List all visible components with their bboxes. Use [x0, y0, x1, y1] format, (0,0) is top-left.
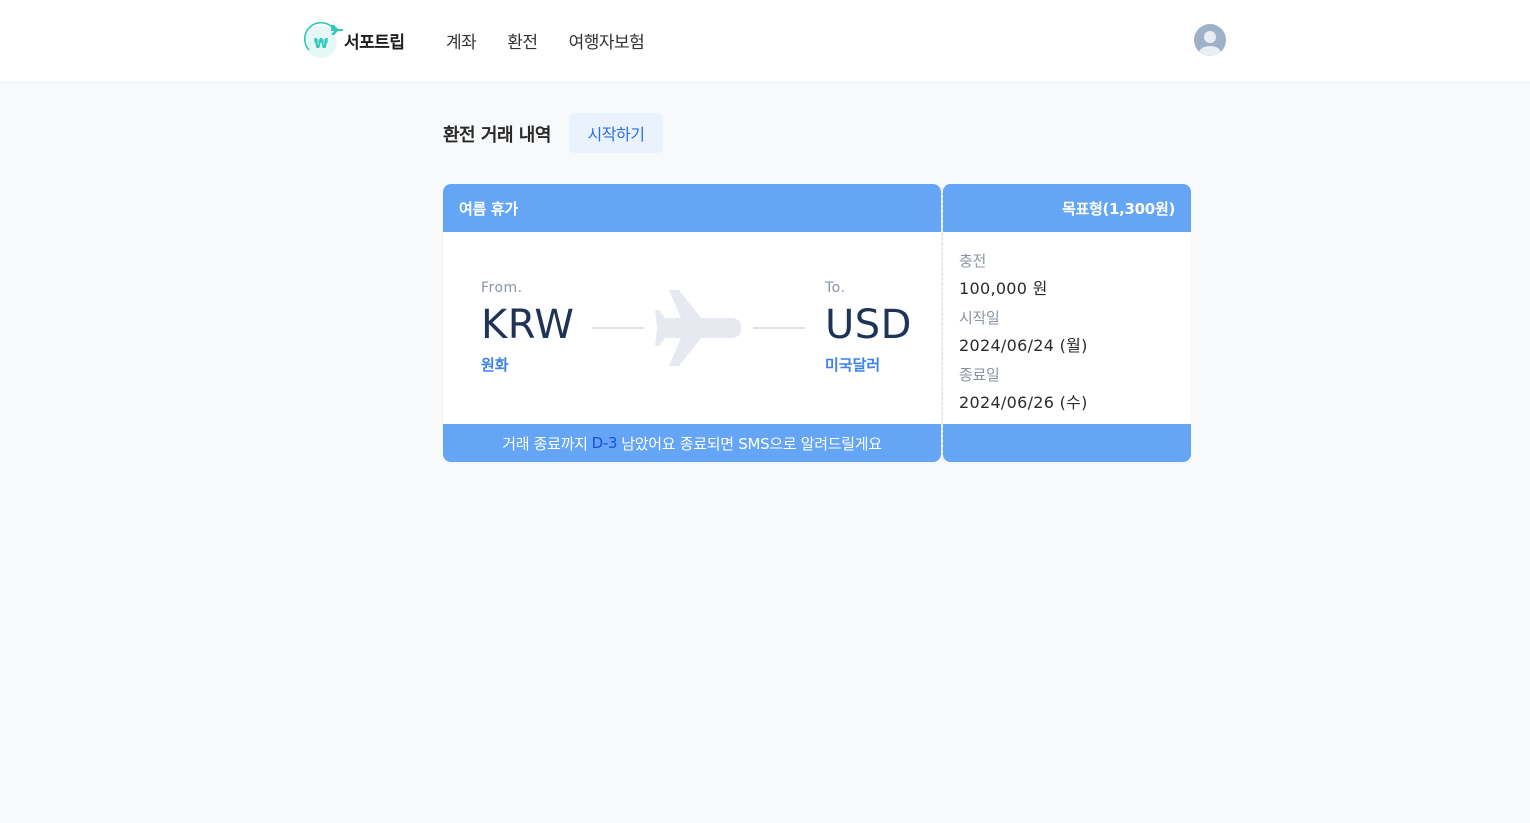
card-title: 여름 휴가: [443, 184, 941, 232]
svg-text:₩: ₩: [314, 37, 329, 52]
from-label: From.: [481, 280, 523, 296]
start-button[interactable]: 시작하기: [569, 113, 663, 153]
footer-text-after: 남았어요 종료되면 SMS으로 알려드릴게요: [621, 434, 882, 453]
charge-label: 충전: [959, 252, 987, 270]
to-currency-name: 미국달러: [825, 356, 881, 374]
route-line-right: [753, 327, 805, 329]
footer-text-before: 거래 종료까지: [502, 434, 588, 453]
charge-value: 100,000 원: [959, 279, 1048, 298]
main-nav: 계좌 환전 여행자보험: [446, 28, 675, 53]
from-currency-name: 원화: [481, 356, 509, 374]
card-footer-notice: 거래 종료까지 D-3 남았어요 종료되면 SMS으로 알려드릴게요: [443, 424, 941, 462]
card-footer-right: [943, 424, 1191, 462]
user-avatar[interactable]: [1194, 24, 1226, 56]
from-currency: From. KRW 원화: [481, 280, 574, 375]
nav-item-exchange[interactable]: 환전: [507, 28, 538, 53]
to-currency: To. USD 미국달러: [825, 280, 912, 375]
dday-badge: D-3: [591, 434, 618, 452]
card-type: 목표형(1,300원): [943, 184, 1191, 232]
route-line-left: [592, 327, 644, 329]
start-date-label: 시작일: [959, 309, 1000, 327]
exchange-card-details: 목표형(1,300원) 충전 100,000 원 시작일 2024/06/24 …: [942, 184, 1191, 462]
to-currency-code: USD: [825, 302, 912, 348]
exchange-card[interactable]: 여름 휴가 From. KRW 원화 To. USD 미국달러 거래 종료까지 …: [443, 184, 941, 462]
logo[interactable]: ₩ 서포트립: [303, 20, 405, 60]
page-title: 환전 거래 내역: [443, 125, 551, 146]
nav-item-account[interactable]: 계좌: [446, 28, 477, 53]
start-date-value: 2024/06/24 (월): [959, 336, 1088, 355]
end-date-value: 2024/06/26 (수): [959, 393, 1088, 412]
logo-won-plane-icon: ₩: [303, 20, 343, 60]
top-navigation-bar: ₩ 서포트립 계좌 환전 여행자보험: [0, 0, 1530, 83]
nav-item-travel-insurance[interactable]: 여행자보험: [569, 28, 645, 53]
end-date-label: 종료일: [959, 366, 1000, 384]
from-currency-code: KRW: [481, 302, 575, 348]
logo-text: 서포트립: [344, 32, 405, 53]
airplane-icon: [655, 290, 741, 366]
to-label: To.: [825, 280, 846, 296]
card-info: 충전 100,000 원 시작일 2024/06/24 (월) 종료일 2024…: [959, 250, 1088, 421]
user-icon: [1199, 31, 1221, 56]
